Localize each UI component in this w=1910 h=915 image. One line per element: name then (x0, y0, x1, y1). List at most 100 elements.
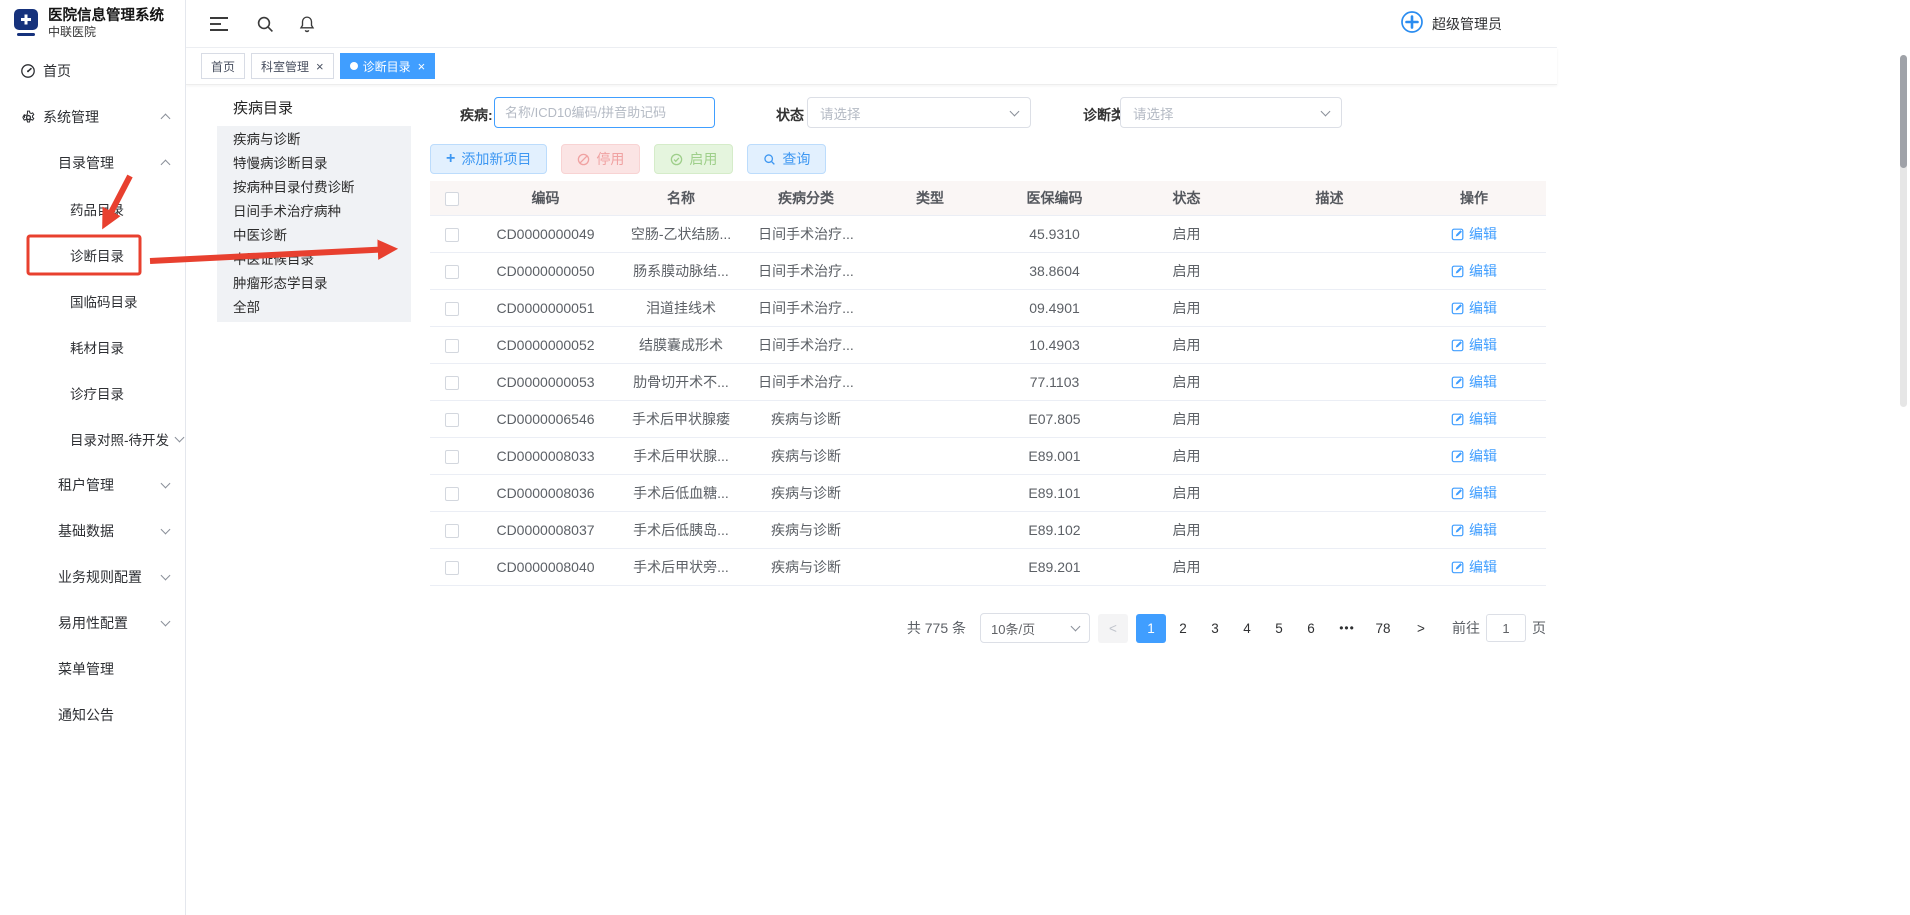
disable-button[interactable]: 停用 (561, 144, 640, 174)
sidebar-item-14[interactable]: 通知公告 (0, 692, 185, 738)
edit-button[interactable]: 编辑 (1451, 298, 1497, 318)
cell-insurance-code: E89.102 (993, 511, 1116, 548)
row-checkbox[interactable] (445, 413, 459, 427)
tab-1[interactable]: 科室管理 × (251, 53, 334, 79)
edit-button[interactable]: 编辑 (1451, 409, 1497, 429)
sidebar-item-4[interactable]: 诊断目录 (0, 232, 185, 278)
scrollbar-thumb[interactable] (1900, 55, 1907, 168)
catalog-item[interactable]: 全部 (217, 296, 411, 320)
cell-type (867, 511, 993, 548)
edit-button[interactable]: 编辑 (1451, 557, 1497, 577)
row-checkbox[interactable] (445, 228, 459, 242)
next-page-button[interactable]: > (1406, 614, 1436, 643)
cell-type (867, 474, 993, 511)
last-page-button[interactable]: 78 (1368, 614, 1398, 643)
sidebar-item-2[interactable]: 目录管理 (0, 140, 185, 186)
sidebar-item-3[interactable]: 药品目录 (0, 186, 185, 232)
scrollbar-track[interactable] (1900, 55, 1907, 407)
diagnosis-type-select[interactable]: 请选择 (1120, 97, 1342, 128)
edit-button[interactable]: 编辑 (1451, 520, 1497, 540)
sidebar-item-1[interactable]: 系统管理 (0, 94, 185, 140)
sidebar-item-7[interactable]: 诊疗目录 (0, 370, 185, 416)
edit-button[interactable]: 编辑 (1451, 335, 1497, 355)
catalog-item[interactable]: 中医证候目录 (217, 248, 411, 272)
enable-button[interactable]: 启用 (654, 144, 733, 174)
table-row[interactable]: CD0000000053 肋骨切开术不... 日间手术治疗... 77.1103… (430, 363, 1546, 400)
query-button[interactable]: 查询 (747, 144, 826, 174)
row-checkbox[interactable] (445, 339, 459, 353)
cell-name: 肠系膜动脉结... (617, 252, 745, 289)
ban-icon (577, 153, 590, 166)
table-row[interactable]: CD0000006546 手术后甲状腺瘘 疾病与诊断 E07.805 启用 编辑 (430, 400, 1546, 437)
select-all-checkbox[interactable] (445, 192, 459, 206)
add-item-button[interactable]: + 添加新项目 (430, 144, 547, 174)
catalog-item[interactable]: 日间手术治疗病种 (217, 200, 411, 224)
user-menu[interactable]: 超级管理员 (1400, 10, 1502, 37)
search-icon[interactable] (256, 15, 274, 33)
cell-name: 手术后甲状腺... (617, 437, 745, 474)
prev-page-button[interactable]: < (1098, 614, 1128, 643)
catalog-item[interactable]: 按病种目录付费诊断 (217, 176, 411, 200)
table-row[interactable]: CD0000000052 结膜囊成形术 日间手术治疗... 10.4903 启用… (430, 326, 1546, 363)
edit-button[interactable]: 编辑 (1451, 372, 1497, 392)
sidebar-item-10[interactable]: 基础数据 (0, 508, 185, 554)
table-row[interactable]: CD0000000050 肠系膜动脉结... 日间手术治疗... 38.8604… (430, 252, 1546, 289)
cell-insurance-code: 09.4901 (993, 289, 1116, 326)
sidebar-item-9[interactable]: 租户管理 (0, 462, 185, 508)
table-row[interactable]: CD0000008040 手术后甲状旁... 疾病与诊断 E89.201 启用 … (430, 548, 1546, 585)
catalog-item[interactable]: 肿瘤形态学目录 (217, 272, 411, 296)
disease-search-input[interactable] (494, 97, 715, 128)
row-checkbox[interactable] (445, 376, 459, 390)
edit-button[interactable]: 编辑 (1451, 261, 1497, 281)
app-logo[interactable]: 医院信息管理系统 中联医院 (0, 0, 185, 48)
page-button-1[interactable]: 1 (1136, 614, 1166, 643)
page-button-2[interactable]: 2 (1168, 614, 1198, 643)
sidebar-item-0[interactable]: 首页 (0, 48, 185, 94)
row-checkbox[interactable] (445, 561, 459, 575)
pagination: 共 775 条 10条/页 < 123456 ••• 78 > 前往 页 (430, 613, 1546, 643)
row-checkbox[interactable] (445, 302, 459, 316)
edit-icon (1451, 523, 1465, 537)
bell-icon[interactable] (298, 14, 316, 33)
table-row[interactable]: CD0000000049 空肠-乙状结肠... 日间手术治疗... 45.931… (430, 215, 1546, 252)
sidebar-item-8[interactable]: 目录对照-待开发 (0, 416, 185, 462)
sidebar-item-12[interactable]: 易用性配置 (0, 600, 185, 646)
table-row[interactable]: CD0000000051 泪道挂线术 日间手术治疗... 09.4901 启用 … (430, 289, 1546, 326)
sidebar-item-5[interactable]: 国临码目录 (0, 278, 185, 324)
cell-status: 启用 (1116, 474, 1257, 511)
cell-name: 肋骨切开术不... (617, 363, 745, 400)
edit-button[interactable]: 编辑 (1451, 224, 1497, 244)
active-tab-dot (350, 62, 358, 70)
page-button-6[interactable]: 6 (1296, 614, 1326, 643)
sidebar-item-6[interactable]: 耗材目录 (0, 324, 185, 370)
table-row[interactable]: CD0000008037 手术后低胰岛... 疾病与诊断 E89.102 启用 … (430, 511, 1546, 548)
catalog-item[interactable]: 特慢病诊断目录 (217, 152, 411, 176)
catalog-item[interactable]: 疾病与诊断 (217, 128, 411, 152)
page-button-3[interactable]: 3 (1200, 614, 1230, 643)
row-checkbox[interactable] (445, 450, 459, 464)
collapse-menu-icon[interactable] (210, 16, 228, 32)
edit-button[interactable]: 编辑 (1451, 483, 1497, 503)
row-checkbox[interactable] (445, 487, 459, 501)
cell-type (867, 289, 993, 326)
pagination-total: 共 775 条 (907, 618, 966, 638)
tab-2[interactable]: 诊断目录 × (340, 53, 436, 79)
page-button-4[interactable]: 4 (1232, 614, 1262, 643)
sidebar-item-11[interactable]: 业务规则配置 (0, 554, 185, 600)
tab-0[interactable]: 首页 (201, 53, 245, 79)
row-checkbox[interactable] (445, 265, 459, 279)
edit-button[interactable]: 编辑 (1451, 446, 1497, 466)
status-select[interactable]: 请选择 (807, 97, 1031, 128)
page-button-5[interactable]: 5 (1264, 614, 1294, 643)
pagination-ellipsis[interactable]: ••• (1334, 621, 1360, 635)
goto-page-input[interactable] (1486, 614, 1526, 642)
cell-code: CD0000008040 (474, 548, 617, 585)
table-row[interactable]: CD0000008033 手术后甲状腺... 疾病与诊断 E89.001 启用 … (430, 437, 1546, 474)
close-icon[interactable]: × (418, 60, 426, 73)
row-checkbox[interactable] (445, 524, 459, 538)
page-size-select[interactable]: 10条/页 (980, 613, 1090, 643)
catalog-item[interactable]: 中医诊断 (217, 224, 411, 248)
close-icon[interactable]: × (316, 60, 324, 73)
sidebar-item-13[interactable]: 菜单管理 (0, 646, 185, 692)
table-row[interactable]: CD0000008036 手术后低血糖... 疾病与诊断 E89.101 启用 … (430, 474, 1546, 511)
